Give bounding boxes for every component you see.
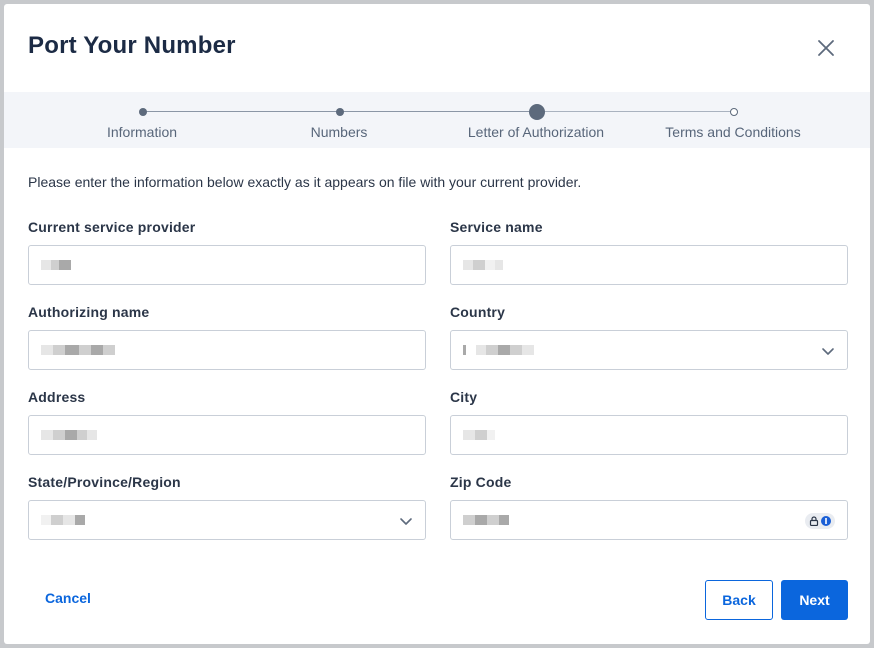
step-label-numbers: Numbers (310, 124, 368, 140)
country-select[interactable] (450, 330, 848, 370)
city-label: City (450, 389, 478, 405)
dialog-title: Port Your Number (28, 32, 236, 59)
current-provider-input[interactable] (28, 245, 426, 285)
city-input[interactable] (450, 415, 848, 455)
service-name-input[interactable] (450, 245, 848, 285)
chevron-down-icon (400, 518, 412, 525)
step-label-information: Information (106, 124, 178, 140)
service-name-value-redacted (463, 246, 503, 284)
current-provider-label: Current service provider (28, 219, 196, 235)
zip-code-input[interactable] (450, 500, 848, 540)
form-instructions: Please enter the information below exact… (28, 174, 582, 190)
authorizing-name-input[interactable] (28, 330, 426, 370)
close-icon[interactable] (816, 38, 836, 58)
stepper-line-upcoming (537, 111, 733, 112)
cancel-button[interactable]: Cancel (45, 590, 91, 606)
service-name-label: Service name (450, 219, 543, 235)
step-dot-numbers (336, 108, 344, 116)
password-manager-icon[interactable] (805, 513, 835, 529)
address-label: Address (28, 389, 86, 405)
authorizing-name-value-redacted (41, 331, 115, 369)
city-value-redacted (463, 416, 495, 454)
back-button[interactable]: Back (705, 580, 773, 620)
step-dot-terms (730, 108, 738, 116)
country-value-redacted (463, 331, 534, 369)
state-select[interactable] (28, 500, 426, 540)
zip-code-label: Zip Code (450, 474, 512, 490)
step-dot-information (139, 108, 147, 116)
address-value-redacted (41, 416, 97, 454)
authorizing-name-label: Authorizing name (28, 304, 150, 320)
step-label-letter-of-authorization: Letter of Authorization (467, 124, 605, 140)
port-number-dialog: Port Your Number Information Numbers Let… (4, 4, 870, 644)
state-label: State/Province/Region (28, 474, 181, 490)
current-provider-value-redacted (41, 246, 71, 284)
progress-stepper: Information Numbers Letter of Authorizat… (4, 92, 870, 148)
next-button[interactable]: Next (781, 580, 848, 620)
step-dot-letter-of-authorization (529, 104, 545, 120)
country-label: Country (450, 304, 506, 320)
zip-code-value-redacted (463, 501, 509, 539)
address-input[interactable] (28, 415, 426, 455)
state-value-redacted (41, 501, 85, 539)
step-label-terms: Terms and Conditions (665, 124, 801, 140)
chevron-down-icon (822, 348, 834, 355)
